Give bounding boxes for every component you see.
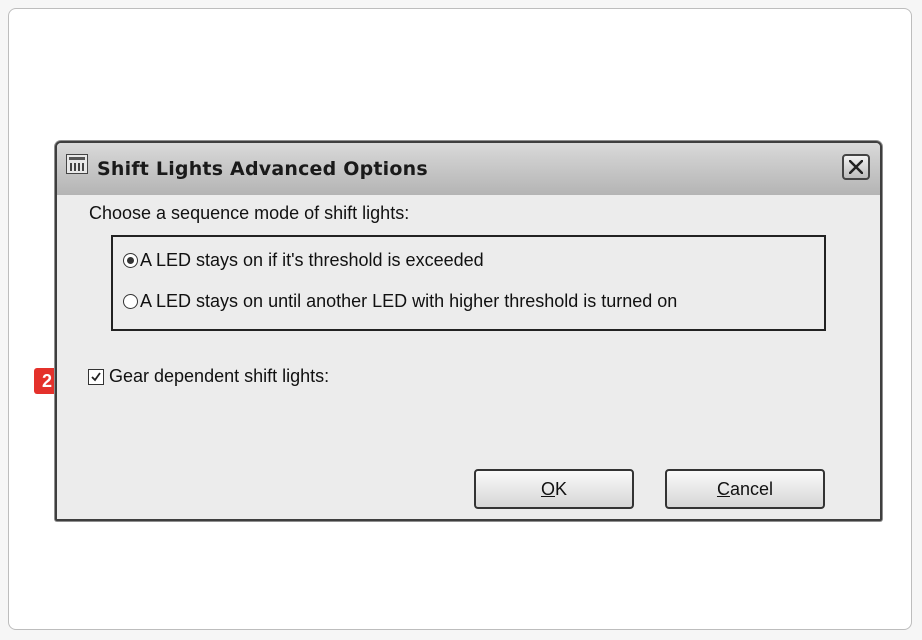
ok-button[interactable]: OK (474, 469, 634, 509)
close-button[interactable] (842, 154, 870, 180)
title-bar[interactable]: Shift Lights Advanced Options (57, 143, 880, 195)
sequence-mode-heading: Choose a sequence mode of shift lights: (89, 203, 410, 223)
check-icon (91, 371, 101, 381)
dialog-body: Choose a sequence mode of shift lights: … (61, 195, 876, 515)
ok-label-rest: K (555, 478, 568, 499)
shift-lights-dialog: Shift Lights Advanced Options Choose a s… (55, 141, 882, 521)
mode-option-threshold[interactable]: A LED stays on if it's threshold is exce… (123, 250, 484, 271)
gear-dependent-option[interactable]: Gear dependent shift lights: (88, 366, 329, 387)
dialog-title: Shift Lights Advanced Options (97, 158, 428, 180)
mode-option-until-higher[interactable]: A LED stays on until another LED with hi… (123, 291, 677, 312)
cancel-label-rest: ancel (729, 478, 774, 499)
app-icon (66, 154, 88, 174)
mode-option-threshold-label: A LED stays on if it's threshold is exce… (140, 250, 484, 270)
mode-option-until-higher-label: A LED stays on until another LED with hi… (140, 291, 678, 311)
sequence-mode-group: A LED stays on if it's threshold is exce… (111, 235, 826, 331)
gear-dependent-label: Gear dependent shift lights: (109, 366, 330, 386)
cancel-button[interactable]: Cancel (665, 469, 825, 509)
radio-until-higher[interactable] (123, 294, 138, 309)
cancel-accelerator: C (716, 478, 730, 499)
ok-accelerator: O (540, 478, 555, 499)
gear-dependent-checkbox[interactable] (88, 368, 104, 385)
close-icon (849, 160, 863, 174)
radio-threshold[interactable] (123, 253, 138, 268)
